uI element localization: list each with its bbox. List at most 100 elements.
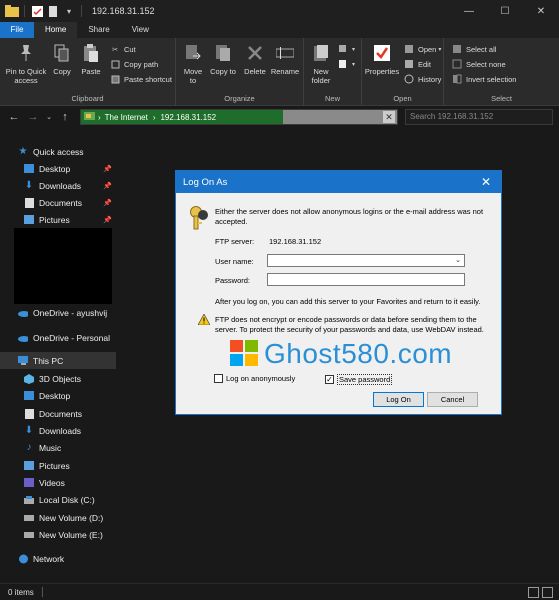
new-group-label: New bbox=[324, 94, 340, 103]
properties-quick-icon[interactable] bbox=[29, 3, 45, 19]
paste-shortcut-button[interactable]: Paste shortcut bbox=[110, 72, 172, 86]
sidebar-label: Documents bbox=[39, 197, 82, 208]
password-field[interactable] bbox=[267, 273, 465, 286]
rename-button[interactable]: Rename bbox=[270, 42, 300, 76]
copy-icon bbox=[51, 42, 73, 64]
easy-access-button[interactable]: ▾ bbox=[338, 57, 355, 71]
maximize-button[interactable]: ☐ bbox=[487, 0, 523, 22]
sidebar-item-local-disk-c[interactable]: Local Disk (C:) bbox=[0, 491, 116, 508]
invert-selection-button[interactable]: Invert selection bbox=[452, 72, 516, 86]
move-to-label: Move to bbox=[183, 67, 203, 85]
address-field[interactable]: › The Internet › 192.168.31.152 ✕ bbox=[80, 109, 398, 125]
open-chevron-icon: ▾ bbox=[438, 46, 442, 53]
sidebar-item-onedrive-personal[interactable]: OneDrive - Personal bbox=[0, 329, 116, 346]
sidebar-item-3d-objects[interactable]: 3D Objects bbox=[0, 370, 116, 387]
cancel-button[interactable]: Cancel bbox=[427, 392, 478, 407]
sidebar-label: Music bbox=[39, 442, 62, 453]
dialog-close-button[interactable]: ✕ bbox=[471, 171, 501, 193]
sidebar-item-network[interactable]: Network bbox=[0, 550, 116, 567]
tab-home[interactable]: Home bbox=[34, 22, 78, 38]
tab-share[interactable]: Share bbox=[77, 22, 120, 38]
cut-button[interactable]: ✂ Cut bbox=[110, 42, 136, 56]
sidebar-item-new-volume-d[interactable]: New Volume (D:) bbox=[0, 509, 116, 526]
sidebar-item-this-pc[interactable]: This PC bbox=[0, 352, 116, 369]
copy-to-button[interactable]: Copy to bbox=[210, 42, 236, 76]
sidebar-item-new-volume-e[interactable]: New Volume (E:) bbox=[0, 526, 116, 543]
paste-label: Paste bbox=[81, 67, 101, 76]
properties-icon bbox=[371, 42, 393, 64]
paste-button[interactable]: Paste bbox=[78, 42, 104, 76]
redacted-region bbox=[14, 228, 112, 304]
pin-icon: 📌 bbox=[103, 165, 112, 173]
sidebar-item-desktop-pc[interactable]: Desktop bbox=[0, 387, 116, 404]
open-button[interactable]: Open ▾ bbox=[404, 42, 441, 56]
new-folder-button[interactable]: New folder bbox=[308, 42, 334, 85]
edit-button[interactable]: Edit bbox=[404, 57, 431, 71]
copy-to-icon bbox=[212, 42, 234, 64]
properties-button[interactable]: Properties bbox=[364, 42, 400, 76]
username-field[interactable]: ⌄ bbox=[267, 254, 465, 267]
tab-file[interactable]: File bbox=[0, 22, 34, 38]
sidebar-item-downloads-pc[interactable]: ⬇ Downloads bbox=[0, 422, 116, 439]
copy-button[interactable]: Copy bbox=[50, 42, 74, 76]
ftp-server-label: FTP server: bbox=[215, 237, 255, 246]
sidebar-item-pictures-pc[interactable]: Pictures bbox=[0, 457, 116, 474]
sidebar-item-quick-access[interactable]: ★ Quick access bbox=[0, 143, 116, 160]
sidebar-item-onedrive-ayushvij[interactable]: OneDrive - ayushvij bbox=[0, 304, 116, 321]
title-bar: ▾ 192.168.31.152 — ☐ ✕ bbox=[0, 0, 559, 22]
breadcrumb-server[interactable]: 192.168.31.152 bbox=[160, 113, 216, 122]
move-to-button[interactable]: Move to bbox=[180, 42, 206, 85]
recent-chevron-icon[interactable]: ⌄ bbox=[44, 109, 54, 125]
minimize-button[interactable]: — bbox=[451, 0, 487, 22]
chevron-down-icon[interactable]: ⌄ bbox=[455, 256, 461, 264]
delete-label: Delete bbox=[244, 67, 266, 76]
up-arrow-icon[interactable]: ↑ bbox=[57, 109, 73, 125]
anonymous-checkbox-box[interactable] bbox=[214, 374, 223, 383]
documents-icon bbox=[24, 197, 34, 208]
history-button[interactable]: History bbox=[404, 72, 441, 86]
new-folder-quick-icon[interactable] bbox=[45, 3, 61, 19]
select-all-icon bbox=[452, 44, 462, 54]
history-label: History bbox=[418, 74, 442, 84]
new-item-button[interactable]: ▾ bbox=[338, 42, 355, 56]
music-icon: ♪ bbox=[26, 442, 32, 453]
pin-quick-access-button[interactable]: Pin to Quick access bbox=[4, 42, 48, 85]
edit-label: Edit bbox=[418, 59, 431, 69]
log-on-button[interactable]: Log On bbox=[373, 392, 424, 407]
delete-button[interactable]: Delete bbox=[242, 42, 268, 76]
select-none-button[interactable]: Select none bbox=[452, 57, 506, 71]
select-all-button[interactable]: Select all bbox=[452, 42, 496, 56]
forward-arrow-icon[interactable]: → bbox=[25, 109, 41, 125]
drive-icon bbox=[24, 530, 34, 540]
anonymous-label: Log on anonymously bbox=[226, 374, 296, 383]
ribbon: Pin to Quick access Copy Paste ✂ Cut Cop… bbox=[0, 38, 559, 106]
sidebar-item-desktop[interactable]: Desktop 📌 bbox=[0, 160, 116, 177]
sidebar-item-downloads[interactable]: ⬇ Downloads 📌 bbox=[0, 177, 116, 194]
clipboard-group-label: Clipboard bbox=[71, 94, 104, 103]
windows-logo-icon bbox=[230, 340, 260, 368]
tab-view[interactable]: View bbox=[121, 22, 160, 38]
after-logon-text: After you log on, you can add this serve… bbox=[215, 297, 481, 306]
sidebar-item-pictures[interactable]: Pictures 📌 bbox=[0, 211, 116, 228]
video-icon bbox=[24, 478, 34, 488]
sidebar-item-documents-pc[interactable]: Documents bbox=[0, 405, 116, 422]
copy-path-button[interactable]: Copy path bbox=[110, 57, 158, 71]
large-icons-view-icon[interactable] bbox=[542, 587, 553, 598]
checkmark-icon[interactable]: ✓ bbox=[325, 375, 334, 384]
customize-chevron-icon[interactable]: ▾ bbox=[61, 3, 77, 19]
copy-to-label: Copy to bbox=[210, 67, 236, 76]
sidebar-label: Desktop bbox=[39, 163, 71, 174]
close-button[interactable]: ✕ bbox=[523, 0, 559, 22]
ribbon-tabs: File Home Share View bbox=[0, 22, 559, 38]
details-view-icon[interactable] bbox=[528, 587, 539, 598]
sidebar-item-documents[interactable]: Documents 📌 bbox=[0, 194, 116, 211]
cube-icon bbox=[24, 373, 34, 384]
stop-loading-icon[interactable]: ✕ bbox=[383, 111, 395, 123]
breadcrumb-the-internet[interactable]: The Internet bbox=[105, 113, 148, 122]
sidebar-item-music[interactable]: ♪ Music bbox=[0, 439, 116, 456]
sidebar-item-videos[interactable]: Videos bbox=[0, 474, 116, 491]
save-password-checkbox[interactable]: ✓ Save password bbox=[325, 374, 393, 385]
back-arrow-icon[interactable]: ← bbox=[6, 109, 22, 125]
search-input[interactable]: Search 192.168.31.152 bbox=[405, 109, 553, 125]
anonymous-checkbox[interactable]: Log on anonymously bbox=[214, 374, 295, 383]
